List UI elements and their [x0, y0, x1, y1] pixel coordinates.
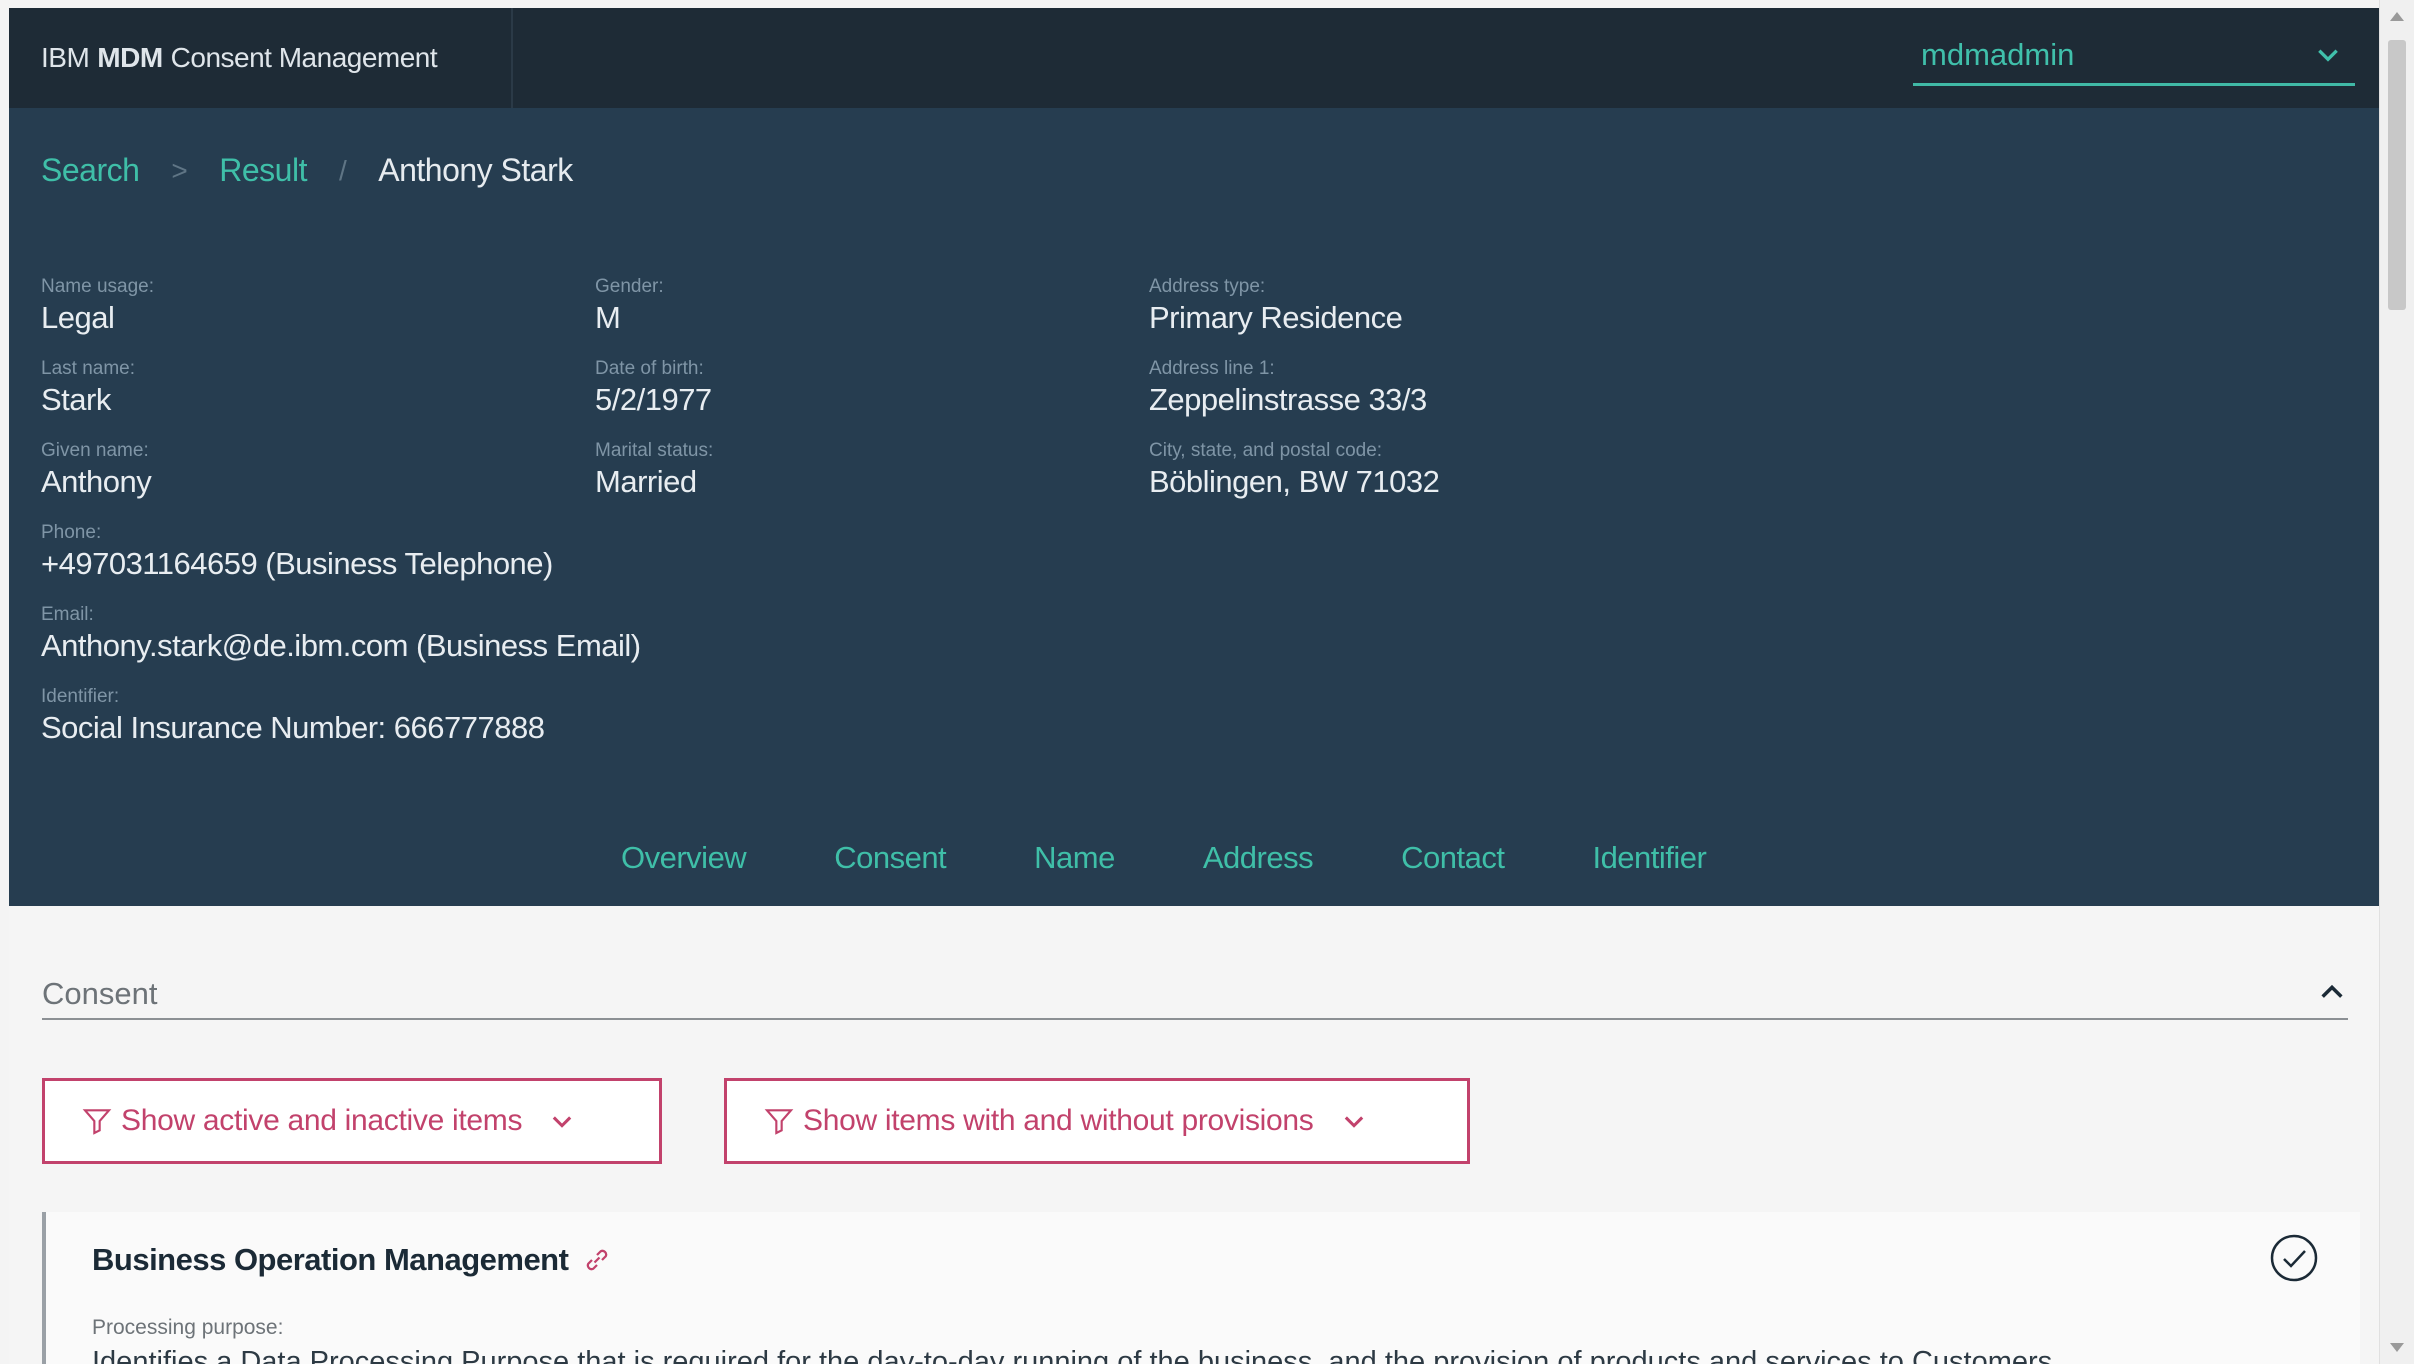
field-label: Identifier:: [41, 686, 544, 708]
user-name: mdmadmin: [1921, 37, 2074, 73]
scrollbar-thumb[interactable]: [2388, 40, 2406, 310]
processing-purpose-text: Identifies a Data Processing Purpose tha…: [92, 1346, 2052, 1364]
field-email: Email: Anthony.stark@de.ibm.com (Busines…: [41, 604, 641, 666]
brand-product: MDM: [97, 42, 162, 74]
field-label: Given name:: [41, 440, 151, 462]
field-value: Zeppelinstrasse 33/3: [1149, 380, 1427, 420]
person-header: Search > Result / Anthony Stark Name usa…: [9, 108, 2379, 906]
page-scrollbar[interactable]: [2379, 0, 2414, 1364]
field-label: Marital status:: [595, 440, 713, 462]
breadcrumb-search[interactable]: Search: [41, 152, 139, 189]
field-identifier: Identifier: Social Insurance Number: 666…: [41, 686, 544, 748]
field-label: Email:: [41, 604, 641, 626]
field-marital-status: Marital status: Married: [595, 440, 713, 502]
field-label: Address line 1:: [1149, 358, 1427, 380]
field-label: Gender:: [595, 276, 664, 298]
consent-section: Consent Show active and inactive items S…: [9, 906, 2379, 1364]
scroll-up-arrow-icon[interactable]: [2390, 12, 2404, 21]
tab-overview[interactable]: Overview: [621, 840, 746, 876]
section-title: Consent: [42, 976, 157, 1011]
field-city-state-postal: City, state, and postal code: Böblingen,…: [1149, 440, 1439, 502]
filter-provisions-dropdown[interactable]: Show items with and without provisions: [724, 1078, 1470, 1164]
field-value: Married: [595, 462, 713, 502]
field-value: Primary Residence: [1149, 298, 1402, 338]
field-name-usage: Name usage: Legal: [41, 276, 154, 338]
tab-identifier[interactable]: Identifier: [1592, 840, 1706, 876]
field-value: 5/2/1977: [595, 380, 712, 420]
field-label: Name usage:: [41, 276, 154, 298]
brand-prefix: IBM: [41, 42, 89, 74]
breadcrumb-separator: >: [171, 155, 187, 187]
top-bar: IBM MDM Consent Management mdmadmin: [9, 8, 2379, 108]
field-address-type: Address type: Primary Residence: [1149, 276, 1402, 338]
tab-address[interactable]: Address: [1203, 840, 1313, 876]
filter-active-inactive-dropdown[interactable]: Show active and inactive items: [42, 1078, 662, 1164]
link-icon[interactable]: [582, 1245, 612, 1275]
field-value: Stark: [41, 380, 135, 420]
field-label: City, state, and postal code:: [1149, 440, 1439, 462]
chevron-down-icon: [2315, 42, 2341, 68]
field-value: +497031164659 (Business Telephone): [41, 544, 553, 584]
field-date-of-birth: Date of birth: 5/2/1977: [595, 358, 712, 420]
card-title-text: Business Operation Management: [92, 1242, 568, 1278]
user-menu-dropdown[interactable]: mdmadmin: [1913, 26, 2355, 86]
field-given-name: Given name: Anthony: [41, 440, 151, 502]
field-value: M: [595, 298, 664, 338]
filter-icon: [81, 1105, 113, 1137]
field-label: Date of birth:: [595, 358, 712, 380]
tab-contact[interactable]: Contact: [1401, 840, 1504, 876]
chevron-down-icon: [548, 1107, 576, 1135]
field-value: Anthony.stark@de.ibm.com (Business Email…: [41, 626, 641, 666]
field-value: Legal: [41, 298, 154, 338]
app-brand[interactable]: IBM MDM Consent Management: [9, 8, 513, 108]
breadcrumb-current: Anthony Stark: [378, 152, 573, 189]
section-tabs: Overview Consent Name Address Contact Id…: [621, 840, 1794, 876]
field-value: Böblingen, BW 71032: [1149, 462, 1439, 502]
scroll-down-arrow-icon[interactable]: [2390, 1343, 2404, 1352]
field-label: Phone:: [41, 522, 553, 544]
filter-label: Show active and inactive items: [121, 1104, 522, 1138]
field-label: Last name:: [41, 358, 135, 380]
field-label: Address type:: [1149, 276, 1402, 298]
field-gender: Gender: M: [595, 276, 664, 338]
breadcrumb-result[interactable]: Result: [219, 152, 307, 189]
consent-card[interactable]: Business Operation Management Processing…: [42, 1212, 2360, 1364]
field-phone: Phone: +497031164659 (Business Telephone…: [41, 522, 553, 584]
breadcrumb: Search > Result / Anthony Stark: [41, 152, 573, 189]
field-value: Social Insurance Number: 666777888: [41, 708, 544, 748]
checkmark-circle-icon: [2268, 1232, 2320, 1284]
chevron-up-icon[interactable]: [2318, 978, 2346, 1006]
chevron-down-icon: [1340, 1107, 1368, 1135]
app-frame: IBM MDM Consent Management mdmadmin Sear…: [0, 0, 2414, 1364]
breadcrumb-separator: /: [339, 155, 346, 187]
filter-label: Show items with and without provisions: [803, 1104, 1314, 1138]
field-last-name: Last name: Stark: [41, 358, 135, 420]
brand-suffix: Consent Management: [171, 42, 438, 74]
field-value: Anthony: [41, 462, 151, 502]
tab-name[interactable]: Name: [1034, 840, 1115, 876]
field-address-line-1: Address line 1: Zeppelinstrasse 33/3: [1149, 358, 1427, 420]
consent-card-title: Business Operation Management: [92, 1242, 612, 1278]
tab-consent[interactable]: Consent: [834, 840, 946, 876]
filter-icon: [763, 1105, 795, 1137]
processing-purpose-label: Processing purpose:: [92, 1316, 283, 1340]
consent-section-header[interactable]: Consent: [42, 976, 2348, 1020]
